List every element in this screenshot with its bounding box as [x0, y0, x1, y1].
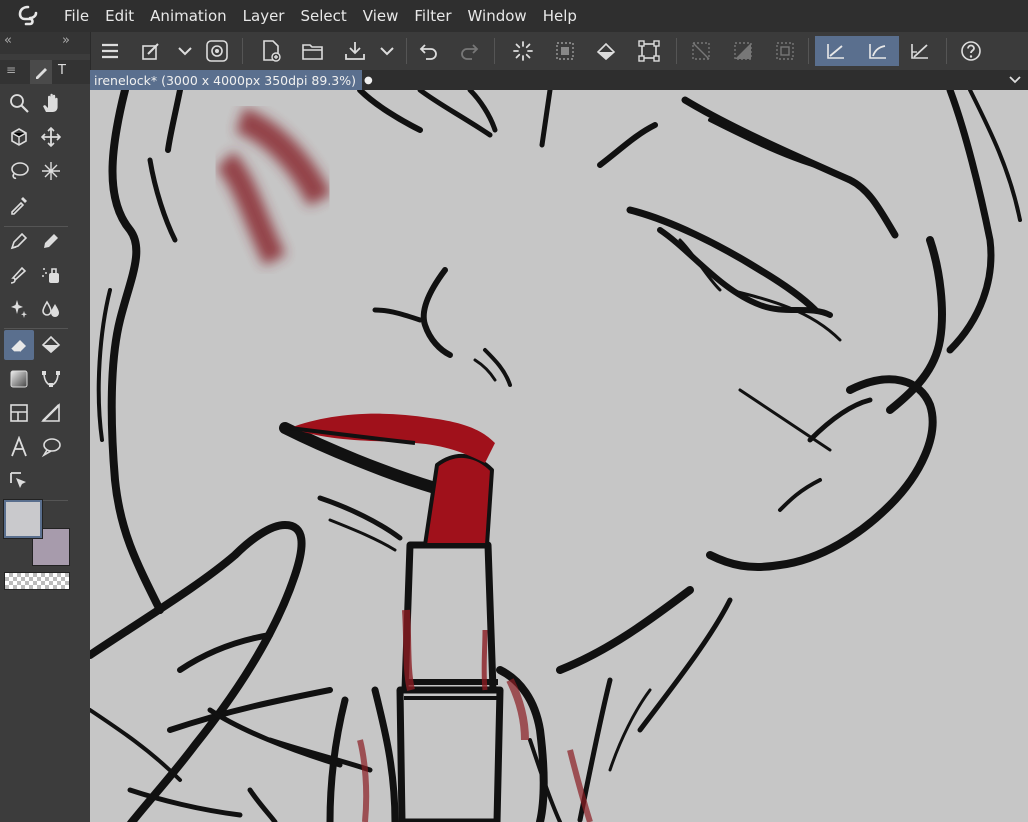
loading-spinner-icon[interactable]	[508, 36, 538, 66]
snap-to-special-ruler-icon[interactable]	[857, 36, 899, 66]
balloon-icon[interactable]	[36, 432, 66, 462]
menu-view[interactable]: View	[355, 0, 407, 32]
brush-icon[interactable]	[4, 260, 34, 290]
command-bar	[90, 32, 1028, 71]
document-tab-title: irenelock* (3000 x 4000px 350dpi 89.3%)	[94, 72, 357, 88]
gradient-icon[interactable]	[4, 364, 34, 394]
clear-selection-icon[interactable]	[550, 36, 580, 66]
collapse-left-icon[interactable]: «	[4, 33, 12, 48]
auto-select-wand-icon[interactable]	[36, 156, 66, 186]
frame-border-icon[interactable]	[4, 398, 34, 428]
tool-panel: « » ≡ T	[0, 32, 91, 822]
document-tab-strip: irenelock* (3000 x 4000px 350dpi 89.3%) …	[90, 70, 1028, 90]
transform-icon[interactable]	[634, 36, 664, 66]
hide-selection-icon[interactable]	[686, 36, 716, 66]
decoration-icon[interactable]	[4, 294, 34, 324]
blend-icon[interactable]	[36, 294, 66, 324]
companion-mode-icon[interactable]	[202, 36, 232, 66]
fill-icon[interactable]	[36, 330, 66, 360]
collapse-right-icon[interactable]: »	[62, 33, 70, 48]
menu-file[interactable]: File	[56, 0, 97, 32]
3d-object-icon[interactable]	[4, 122, 34, 152]
menu-window[interactable]: Window	[460, 0, 535, 32]
tool-tabs: ≡ T	[0, 60, 90, 84]
expand-selection-icon[interactable]	[770, 36, 800, 66]
main-color-swatch[interactable]	[4, 500, 42, 538]
drawing-canvas[interactable]	[90, 90, 1028, 822]
save-chevron-down-icon[interactable]	[372, 36, 402, 66]
save-icon[interactable]	[340, 36, 370, 66]
pencil-icon[interactable]	[36, 226, 66, 256]
tab-list-chevron-icon[interactable]	[1008, 72, 1022, 91]
open-folder-icon[interactable]	[298, 36, 328, 66]
document-tab[interactable]: irenelock* (3000 x 4000px 350dpi 89.3%) …	[90, 70, 373, 90]
invert-selection-icon[interactable]	[728, 36, 758, 66]
snap-to-grid-icon[interactable]	[905, 36, 935, 66]
fill-bucket-icon[interactable]	[592, 36, 622, 66]
menu-filter[interactable]: Filter	[406, 0, 459, 32]
menu-animation[interactable]: Animation	[142, 0, 234, 32]
menu-layer[interactable]: Layer	[235, 0, 293, 32]
menu-edit[interactable]: Edit	[97, 0, 142, 32]
blush-strokes	[216, 107, 332, 266]
redo-icon[interactable]	[454, 36, 484, 66]
lasso-icon[interactable]	[4, 156, 34, 186]
pen-tab-icon[interactable]	[30, 60, 52, 84]
airbrush-icon[interactable]	[36, 260, 66, 290]
figure-icon[interactable]	[36, 364, 66, 394]
undo-icon[interactable]	[414, 36, 444, 66]
text-tab-label[interactable]: T	[58, 63, 66, 78]
eraser-icon[interactable]	[4, 330, 34, 360]
eyedropper-icon[interactable]	[4, 190, 34, 220]
operation-icon[interactable]	[4, 466, 34, 496]
hamburger-menu-icon[interactable]	[95, 36, 125, 66]
move-layer-icon[interactable]	[36, 122, 66, 152]
move-hand-icon[interactable]	[36, 88, 66, 118]
tool-panel-header: « »	[0, 32, 90, 54]
help-icon[interactable]	[956, 36, 986, 66]
quick-access-icon[interactable]	[136, 36, 166, 66]
pen-icon[interactable]	[4, 226, 34, 256]
new-file-icon[interactable]	[256, 36, 286, 66]
transparent-color-swatch[interactable]	[4, 572, 70, 590]
menu-select[interactable]: Select	[292, 0, 354, 32]
chevron-down-icon[interactable]	[170, 36, 200, 66]
app-logo-icon[interactable]	[0, 0, 56, 32]
ruler-icon[interactable]	[36, 398, 66, 428]
menu-bar: File Edit Animation Layer Select View Fi…	[0, 0, 1028, 32]
artwork-sketch	[90, 90, 1022, 822]
unsaved-indicator-icon: ●	[364, 74, 373, 86]
menu-help[interactable]: Help	[535, 0, 585, 32]
zoom-tool-icon[interactable]	[4, 88, 34, 118]
panel-menu-icon[interactable]: ≡	[6, 63, 16, 77]
text-icon[interactable]	[4, 432, 34, 462]
snap-to-ruler-icon[interactable]	[815, 36, 857, 66]
